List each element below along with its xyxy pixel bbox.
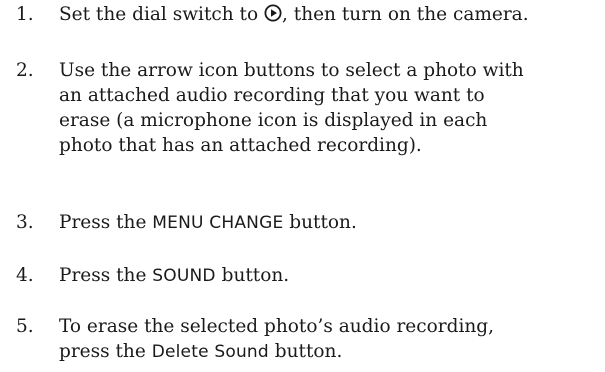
step-text-line: To erase the selected photo’s audio reco… <box>59 316 494 337</box>
step-text-line: an attached audio recording that you wan… <box>59 85 485 106</box>
step-text: Press the MENU CHANGE button. <box>59 210 605 236</box>
step-text-part: button. <box>283 212 357 233</box>
playback-mode-icon <box>264 4 282 22</box>
step-text: Set the dial switch to , then turn on th… <box>59 2 605 27</box>
step-number: 2. <box>16 60 34 81</box>
step-number: 5. <box>16 316 34 337</box>
step-text-part: press the <box>59 341 152 362</box>
step-number: 1. <box>16 4 34 25</box>
step-text-part: button. <box>215 265 290 286</box>
step-text-part: , then turn on the camera. <box>282 4 529 25</box>
step-text-line: photo that has an attached recording). <box>59 135 422 156</box>
step-number: 3. <box>16 212 34 233</box>
step-text-line: erase (a microphone icon is displayed in… <box>59 110 488 131</box>
step-text-part: Set the dial switch to <box>59 4 264 25</box>
step-text-part: Press the <box>59 212 153 233</box>
step-text: Use the arrow icon buttons to select a p… <box>59 58 605 158</box>
step-text-line: press the Delete Sound button. <box>59 339 605 365</box>
step-text: Press the SOUND button. <box>59 263 605 289</box>
step-number: 4. <box>16 265 34 286</box>
delete-sound-button-label: Delete Sound <box>151 342 269 362</box>
step-text-part: button. <box>268 341 343 362</box>
menu-change-button-label: MENU CHANGE <box>152 213 284 233</box>
step-text-line: Use the arrow icon buttons to select a p… <box>59 60 524 81</box>
step-text: To erase the selected photo’s audio reco… <box>59 314 605 365</box>
step-text-part: Press the <box>59 265 153 286</box>
sound-button-label: SOUND <box>152 266 216 286</box>
